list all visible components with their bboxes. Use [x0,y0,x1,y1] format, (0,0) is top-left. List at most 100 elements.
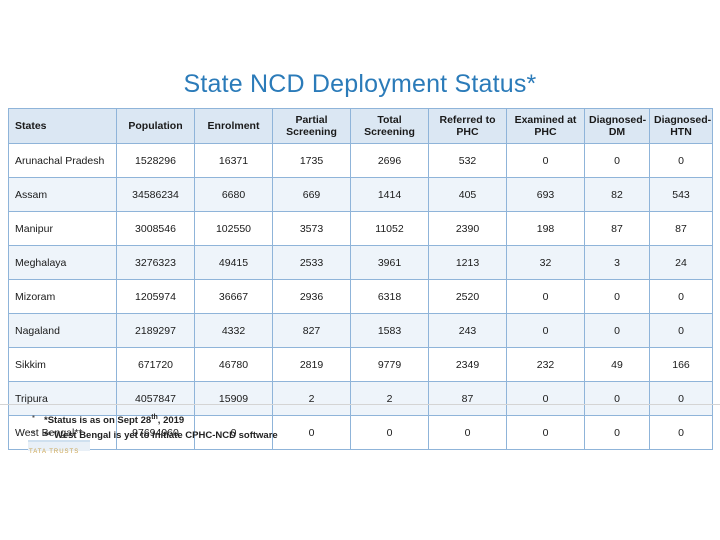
cell-total-screening: 11052 [350,211,429,247]
table-row: Meghalaya 3276323 49415 2533 3961 1213 3… [8,245,713,281]
cell-state: Meghalaya [8,245,117,281]
cell-population: 3276323 [116,245,195,281]
cell-enrolment: 36667 [194,279,273,315]
column-header-examined-phc-line2: PHC [534,126,557,139]
cell-state: Nagaland [8,313,117,349]
page-title: State NCD Deployment Status* [183,70,537,98]
cell-enrolment: 49415 [194,245,273,281]
table-row: Assam 34586234 6680 669 1414 405 693 82 … [8,177,713,213]
footnotes: *Status is as on Sept 28th, 2019 ** West… [14,411,614,444]
column-header-diagnosed-dm-line1: Diagnosed- [589,114,647,126]
column-header-referred-phc-line2: PHC [456,126,479,139]
cell-state: Tripura [8,381,117,417]
cell-partial-screening: 2 [272,381,351,417]
cell-population: 1205974 [116,279,195,315]
table-row: Sikkim 671720 46780 2819 9779 2349 232 4… [8,347,713,383]
cell-diagnosed-dm: 3 [584,245,650,281]
cell-total-screening: 3961 [350,245,429,281]
column-header-diagnosed-htn-line2: HTN [670,126,692,139]
slide: State NCD Deployment Status* States Popu… [0,0,720,540]
column-header-referred-phc: Referred to PHC [428,107,507,145]
column-header-total-screening: Total Screening [350,107,429,145]
column-header-partial-screening-line2: Screening [286,126,337,139]
cell-diagnosed-dm: 0 [584,143,650,179]
footnote-status-date-pre: *Status is as on Sept 28 [44,415,152,427]
cell-enrolment: 16371 [194,143,273,179]
column-header-referred-phc-line1: Referred to [439,114,496,126]
table-row: Nagaland 2189297 4332 827 1583 243 0 0 0 [8,313,713,349]
cell-referred-phc: 532 [428,143,507,179]
column-header-partial-screening: Partial Screening [272,107,351,145]
cell-referred-phc: 87 [428,381,507,417]
cell-diagnosed-htn: 24 [649,245,713,281]
cell-total-screening: 1583 [350,313,429,349]
cell-population: 4057847 [116,381,195,417]
cell-total-screening: 2696 [350,143,429,179]
cell-examined-phc: 0 [506,381,585,417]
cell-diagnosed-htn: 0 [649,279,713,315]
cell-state: Sikkim [8,347,117,383]
cell-population: 34586234 [116,177,195,213]
table-row: Manipur 3008546 102550 3573 11052 2390 1… [8,211,713,247]
cell-enrolment: 102550 [194,211,273,247]
cell-examined-phc: 32 [506,245,585,281]
cell-examined-phc: 0 [506,279,585,315]
cell-diagnosed-dm: 82 [584,177,650,213]
tata-trusts-logo: TATA TRUSTS [28,440,90,456]
cell-referred-phc: 2349 [428,347,507,383]
cell-partial-screening: 1735 [272,143,351,179]
cell-referred-phc: 2390 [428,211,507,247]
cell-population: 671720 [116,347,195,383]
cell-diagnosed-dm: 0 [584,279,650,315]
cell-enrolment: 46780 [194,347,273,383]
cell-diagnosed-dm: 87 [584,211,650,247]
footnote-status-date-post: , 2019 [157,415,185,427]
logo-text: TATA TRUSTS [29,449,80,455]
table-row: Tripura 4057847 15909 2 2 87 0 0 0 [8,381,713,417]
ncd-deployment-table-container: States Population Enrolment Partial Scre… [8,107,713,451]
cell-examined-phc: 232 [506,347,585,383]
column-header-population: Population [116,107,195,145]
cell-diagnosed-htn: 87 [649,211,713,247]
cell-partial-screening: 2533 [272,245,351,281]
table-row: Mizoram 1205974 36667 2936 6318 2520 0 0… [8,279,713,315]
cell-diagnosed-htn: 0 [649,415,713,451]
cell-diagnosed-htn: 0 [649,381,713,417]
cell-diagnosed-htn: 0 [649,143,713,179]
cell-examined-phc: 198 [506,211,585,247]
cell-population: 1528296 [116,143,195,179]
cell-population: 3008546 [116,211,195,247]
table-row: Arunachal Pradesh 1528296 16371 1735 269… [8,143,713,179]
cell-enrolment: 15909 [194,381,273,417]
cell-diagnosed-htn: 0 [649,313,713,349]
column-header-examined-phc-line1: Examined at [514,114,577,126]
cell-diagnosed-htn: 166 [649,347,713,383]
cell-referred-phc: 2520 [428,279,507,315]
cell-state: Assam [8,177,117,213]
column-header-examined-phc: Examined at PHC [506,107,585,145]
ncd-deployment-table: States Population Enrolment Partial Scre… [8,107,713,451]
cell-referred-phc: 243 [428,313,507,349]
cell-state: Manipur [8,211,117,247]
column-header-diagnosed-htn-line1: Diagnosed- [654,114,712,126]
cell-enrolment: 4332 [194,313,273,349]
footnote-west-bengal: ** West Bengal is yet to initiate CPHC-N… [32,427,614,443]
cell-total-screening: 9779 [350,347,429,383]
cell-enrolment: 6680 [194,177,273,213]
cell-partial-screening: 669 [272,177,351,213]
footer-divider [0,404,720,405]
cell-population: 2189297 [116,313,195,349]
cell-total-screening: 1414 [350,177,429,213]
cell-partial-screening: 2819 [272,347,351,383]
cell-state: Mizoram [8,279,117,315]
cell-examined-phc: 693 [506,177,585,213]
column-header-enrolment: Enrolment [194,107,273,145]
cell-partial-screening: 2936 [272,279,351,315]
cell-referred-phc: 405 [428,177,507,213]
cell-total-screening: 2 [350,381,429,417]
column-header-diagnosed-dm-line2: DM [608,126,626,139]
cell-partial-screening: 827 [272,313,351,349]
footnote-status-date: *Status is as on Sept 28th, 2019 [32,411,614,428]
cell-total-screening: 6318 [350,279,429,315]
column-header-total-screening-line1: Total [377,114,402,126]
